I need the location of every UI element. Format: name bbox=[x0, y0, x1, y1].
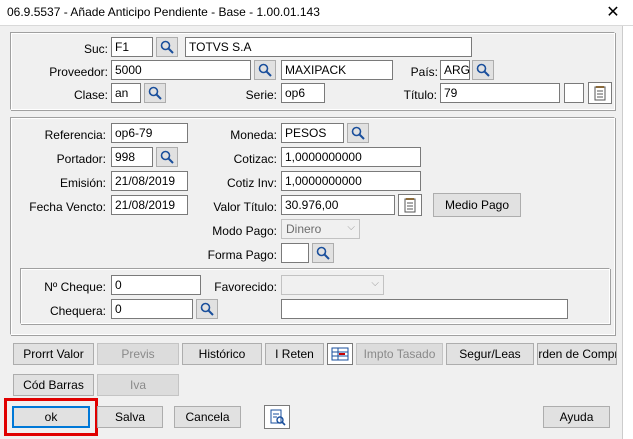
clase-field[interactable]: an bbox=[111, 83, 141, 103]
chequera-search-icon[interactable] bbox=[196, 299, 218, 319]
clase-label: Clase: bbox=[73, 88, 108, 102]
ok-button[interactable]: ok bbox=[12, 406, 90, 428]
favorecido-label: Favorecido: bbox=[214, 280, 277, 294]
modo-pago-value: Dinero bbox=[286, 222, 322, 236]
ayuda-button[interactable]: Ayuda bbox=[543, 406, 610, 428]
close-icon[interactable]: ✕ bbox=[603, 2, 623, 22]
notepad-icon[interactable] bbox=[588, 82, 612, 104]
serie-label: Serie: bbox=[245, 88, 277, 102]
titulo-label: Título: bbox=[403, 88, 437, 102]
pais-search-icon[interactable] bbox=[472, 60, 494, 80]
cheque-field[interactable]: 0 bbox=[111, 275, 201, 295]
document-lookup-icon[interactable] bbox=[264, 405, 290, 429]
suc-field[interactable]: F1 bbox=[111, 37, 153, 57]
cancela-button[interactable]: Cancela bbox=[174, 406, 241, 428]
historico-button[interactable]: Histórico bbox=[182, 343, 262, 365]
chequera-desc-field[interactable] bbox=[281, 299, 568, 319]
emision-label: Emisión: bbox=[59, 176, 106, 190]
moneda-search-icon[interactable] bbox=[347, 123, 369, 143]
impto-tasado-button[interactable]: Impto Tasado bbox=[356, 343, 443, 365]
title-bar: 06.9.5537 - Añade Anticipo Pendiente - B… bbox=[0, 0, 633, 26]
titulo-field[interactable]: 79 bbox=[440, 83, 560, 103]
proveedor-field[interactable]: 5000 bbox=[111, 60, 251, 80]
suc-name-field[interactable]: TOTVS S.A bbox=[185, 37, 472, 57]
referencia-label: Referencia: bbox=[44, 128, 106, 142]
proveedor-name-field[interactable]: MAXIPACK bbox=[281, 60, 393, 80]
segur-leas-button[interactable]: Segur/Leas bbox=[446, 343, 534, 365]
moneda-field[interactable]: PESOS bbox=[281, 123, 344, 143]
favorecido-select[interactable]: ⌵ bbox=[281, 275, 384, 295]
forma-pago-field[interactable] bbox=[281, 243, 309, 263]
salva-button[interactable]: Salva bbox=[97, 406, 163, 428]
cod-barras-button[interactable]: Cód Barras bbox=[13, 374, 94, 396]
forma-pago-label: Forma Pago: bbox=[207, 248, 277, 262]
referencia-field[interactable]: op6-79 bbox=[111, 123, 188, 143]
cheque-label: Nº Cheque: bbox=[44, 280, 106, 294]
orden-compra-button[interactable]: Orden de Compra bbox=[537, 343, 617, 365]
chequera-field[interactable]: 0 bbox=[111, 299, 193, 319]
proveedor-search-icon[interactable] bbox=[254, 60, 276, 80]
valor-label: Valor Título: bbox=[213, 200, 277, 214]
chequera-label: Chequera: bbox=[49, 304, 106, 318]
serie-field[interactable]: op6 bbox=[281, 83, 325, 103]
tax-table-icon[interactable] bbox=[327, 343, 353, 365]
vencto-label: Fecha Vencto: bbox=[29, 200, 106, 214]
iva-button[interactable]: Iva bbox=[97, 374, 179, 396]
proveedor-label: Proveedor: bbox=[49, 65, 108, 79]
chevron-down-icon: ⌵ bbox=[371, 278, 379, 289]
ireten-button[interactable]: I Reten bbox=[265, 343, 324, 365]
cotizinv-label: Cotiz Inv: bbox=[226, 176, 277, 190]
portador-label: Portador: bbox=[56, 152, 106, 166]
modo-pago-label: Modo Pago: bbox=[212, 224, 277, 238]
notepad-icon[interactable] bbox=[398, 194, 422, 216]
medio-pago-button[interactable]: Medio Pago bbox=[433, 193, 521, 217]
prorrt-valor-button[interactable]: Prorrt Valor bbox=[13, 343, 94, 365]
moneda-label: Moneda: bbox=[230, 128, 277, 142]
pais-label: País: bbox=[410, 65, 438, 79]
emision-field[interactable]: 21/08/2019 bbox=[111, 171, 188, 191]
cotizac-label: Cotizac: bbox=[233, 152, 277, 166]
chevron-down-icon: ⌵ bbox=[347, 222, 355, 233]
clase-search-icon[interactable] bbox=[144, 83, 166, 103]
pais-field[interactable]: ARG bbox=[440, 60, 470, 80]
cotizac-field[interactable]: 1,0000000000 bbox=[281, 147, 421, 167]
previs-button[interactable]: Previs bbox=[97, 343, 179, 365]
titulo-extra-field[interactable] bbox=[564, 83, 584, 103]
window-title: 06.9.5537 - Añade Anticipo Pendiente - B… bbox=[7, 5, 320, 19]
vencto-field[interactable]: 21/08/2019 bbox=[111, 195, 188, 215]
valor-field[interactable]: 30.976,00 bbox=[281, 195, 395, 215]
suc-label: Suc: bbox=[83, 42, 108, 56]
forma-pago-search-icon[interactable] bbox=[312, 243, 334, 263]
portador-field[interactable]: 998 bbox=[111, 147, 153, 167]
cotizinv-field[interactable]: 1,0000000000 bbox=[281, 171, 421, 191]
background-window-edge bbox=[622, 26, 633, 439]
suc-search-icon[interactable] bbox=[156, 37, 178, 57]
modo-pago-select[interactable]: Dinero ⌵ bbox=[281, 219, 360, 239]
portador-search-icon[interactable] bbox=[156, 147, 178, 167]
